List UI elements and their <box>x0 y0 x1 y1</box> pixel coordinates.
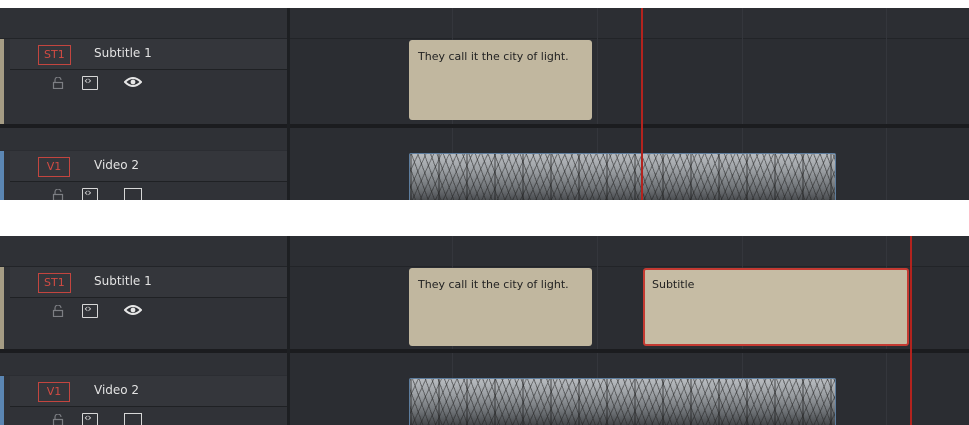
track-name[interactable]: Video 2 <box>94 383 139 397</box>
eye-icon[interactable] <box>124 75 142 89</box>
video-track-header[interactable]: V1 Video 2 <box>0 151 287 200</box>
subtitle-track-header[interactable]: ST1 Subtitle 1 <box>0 39 287 125</box>
timeline-ruler[interactable] <box>290 8 969 39</box>
subtitle-track-header[interactable]: ST1 Subtitle 1 <box>0 267 287 350</box>
subtitle-clip[interactable]: They call it the city of light. <box>409 268 592 346</box>
track-name-row: ST1 Subtitle 1 <box>10 39 287 70</box>
timeline-panel-before: ST1 Subtitle 1 V1 Video 2 They call it t… <box>0 8 969 200</box>
eye-icon[interactable] <box>124 303 142 317</box>
subtitle-clip-text: Subtitle <box>652 278 695 291</box>
track-name[interactable]: Subtitle 1 <box>94 274 152 288</box>
lock-icon[interactable] <box>52 189 64 200</box>
track-name[interactable]: Video 2 <box>94 158 139 172</box>
code-icon[interactable] <box>82 186 98 200</box>
lock-icon[interactable] <box>52 305 64 317</box>
subtitle-clip-text: They call it the city of light. <box>418 50 569 63</box>
code-icon[interactable] <box>82 302 98 318</box>
track-tag[interactable]: ST1 <box>38 45 71 65</box>
track-tag[interactable]: V1 <box>38 157 70 177</box>
track-name-row: V1 Video 2 <box>10 376 287 407</box>
film-icon[interactable] <box>124 413 142 425</box>
lock-icon[interactable] <box>52 414 64 425</box>
video-clip[interactable] <box>409 378 836 425</box>
subtitle-clip-text: They call it the city of light. <box>418 278 569 291</box>
subtitle-clip-selected[interactable]: Subtitle <box>643 268 909 346</box>
track-name-row: V1 Video 2 <box>10 151 287 182</box>
video-track-header[interactable]: V1 Video 2 <box>0 376 287 425</box>
track-tag[interactable]: V1 <box>38 382 70 402</box>
playhead[interactable] <box>641 8 643 200</box>
code-icon[interactable] <box>82 411 98 425</box>
video-thumbnail-strip <box>410 154 835 200</box>
lock-icon[interactable] <box>52 77 64 89</box>
film-icon[interactable] <box>124 188 142 200</box>
track-tag[interactable]: ST1 <box>38 273 71 293</box>
track-name[interactable]: Subtitle 1 <box>94 46 152 60</box>
timeline-ruler[interactable] <box>290 236 969 267</box>
subtitle-clip[interactable]: They call it the city of light. <box>409 40 592 120</box>
track-name-row: ST1 Subtitle 1 <box>10 267 287 298</box>
track-header-top-spacer <box>0 8 287 39</box>
track-header-top-spacer <box>0 236 287 267</box>
timeline-panel-after: ST1 Subtitle 1 V1 Video 2 They call it t… <box>0 236 969 425</box>
video-thumbnail-strip <box>410 379 835 425</box>
playhead[interactable] <box>910 236 912 425</box>
video-clip[interactable] <box>409 153 836 200</box>
code-icon[interactable] <box>82 74 98 90</box>
